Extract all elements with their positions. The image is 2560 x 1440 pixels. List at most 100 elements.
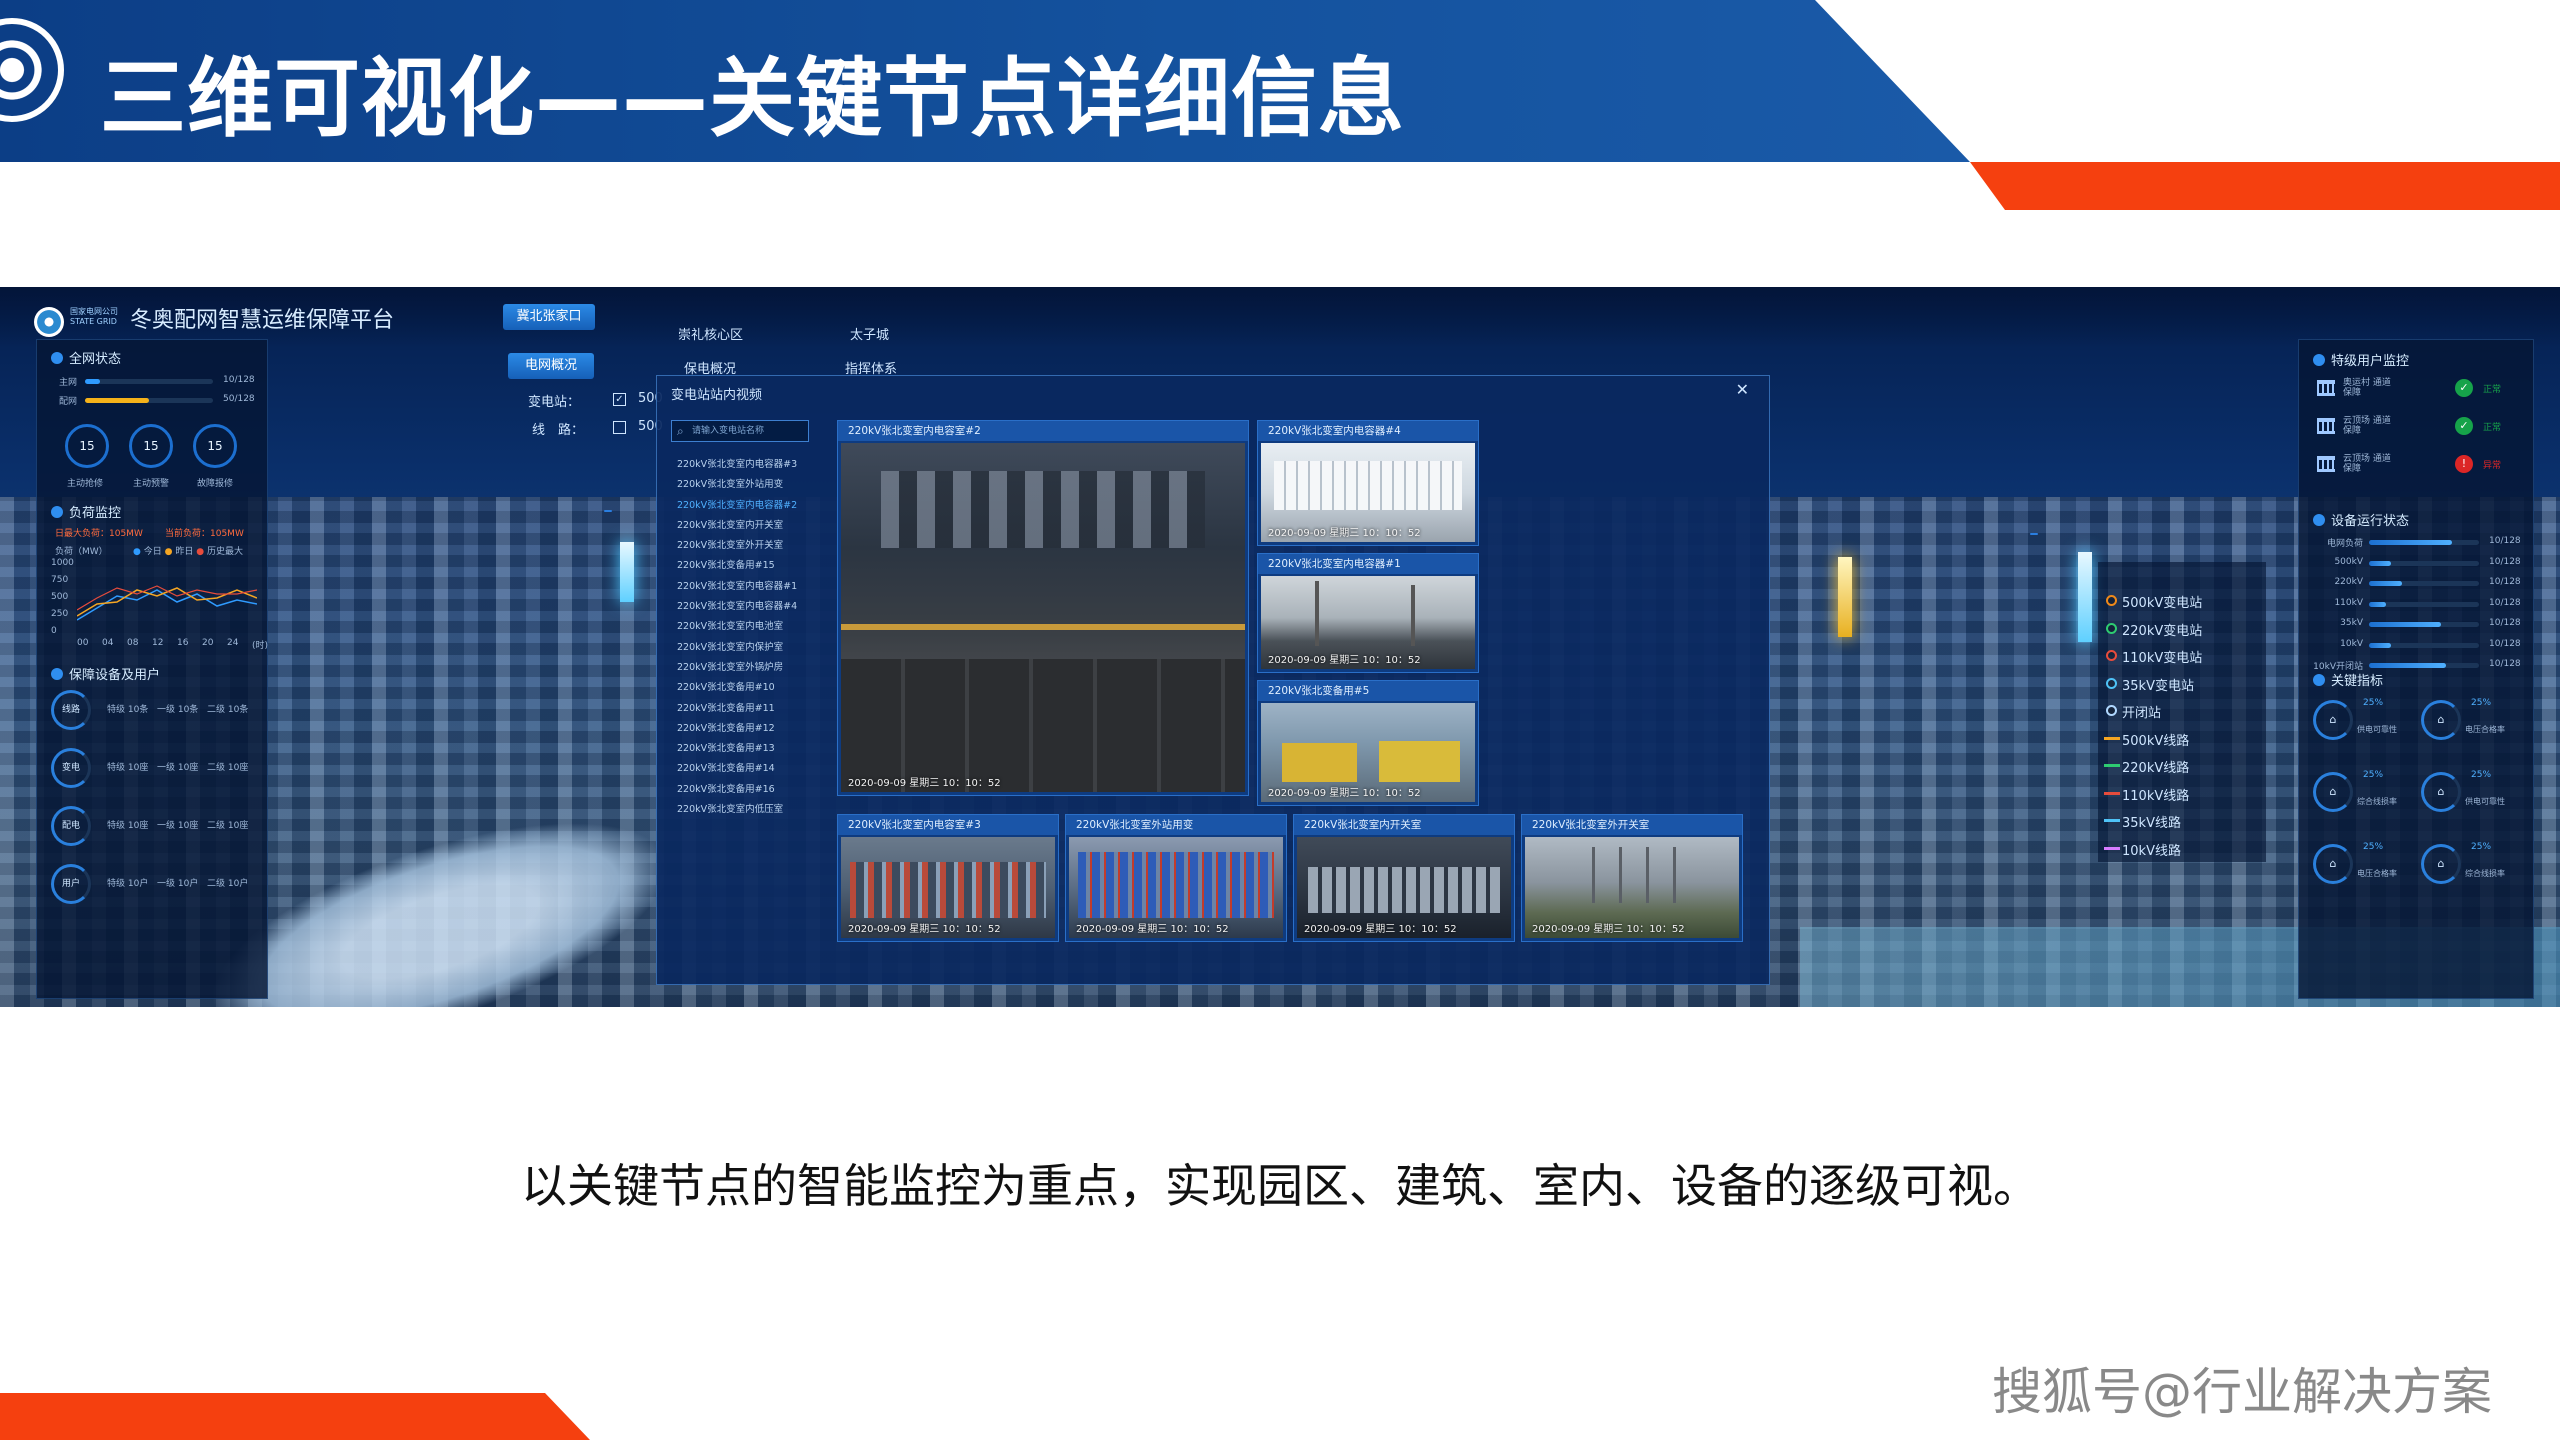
filter-line-label: 线 路： — [532, 423, 585, 438]
camera-list-item[interactable]: 220kV张北变室内电池室 — [677, 617, 827, 637]
map-tag[interactable] — [604, 510, 612, 512]
load-unit: 负荷（MW） — [55, 547, 108, 557]
equipment-bar-fill — [2369, 581, 2402, 586]
camera-list-item[interactable]: 220kV张北变备用#10 — [677, 678, 827, 698]
kpi-ring[interactable]: ⌂ — [2421, 772, 2461, 812]
ring-stat: 一级 10座 — [157, 821, 199, 831]
equipment-bar-fill — [2369, 560, 2391, 566]
close-icon[interactable]: ✕ — [1736, 380, 1749, 399]
kpi-ring[interactable]: ⌂ — [2421, 700, 2461, 740]
ring-1[interactable]: 变电 — [51, 748, 91, 788]
camera-title: 220kV张北变室外开关室 — [1522, 815, 1742, 835]
x-tick-label: 20 — [202, 638, 214, 648]
camera-r3[interactable]: 220kV张北变备用#5 2020-09-09 星期三 10：10：52 — [1257, 680, 1479, 806]
row-label: 配网 — [59, 397, 78, 407]
gauge-warning[interactable]: 15 — [129, 424, 173, 468]
slide-title: 三维可视化——关键节点详细信息 — [100, 49, 1405, 149]
slide: 三维可视化——关键节点详细信息 国家电网公司 STATE GRID 冬奥配网智慧… — [0, 0, 2560, 1440]
substation-search-input[interactable]: 请输入变电站名称 — [671, 420, 809, 442]
substation-checkbox[interactable]: ✓ — [613, 393, 626, 406]
ring-3[interactable]: 用户 — [51, 864, 91, 904]
kpi-value: 25% — [2363, 842, 2384, 852]
legend-dot-icon — [2106, 705, 2117, 716]
line-checkbox[interactable] — [613, 421, 626, 434]
camera-list-item[interactable]: 220kV张北变室内保护室 — [677, 638, 827, 658]
camera-b1[interactable]: 220kV张北变室内电容室#3 2020-09-09 星期三 10：10：52 — [837, 814, 1059, 942]
top-nav-chongli[interactable]: 崇礼核心区 — [678, 324, 743, 343]
kpi-ring[interactable]: ⌂ — [2313, 772, 2353, 812]
kpi-ring[interactable]: ⌂ — [2421, 844, 2461, 884]
equipment-row-label: 110kV — [2334, 597, 2363, 608]
ring-2[interactable]: 配电 — [51, 806, 91, 846]
users-title-text: 保障设备及用户 — [69, 668, 161, 683]
camera-list-item[interactable]: 220kV张北变室内电容器#4 — [677, 597, 827, 617]
region-button[interactable]: 冀北张家口 — [503, 304, 595, 330]
special-user-name[interactable]: 云顶场 通道保障 — [2343, 454, 2393, 474]
kpi-label: 综合线损率 — [2465, 869, 2505, 878]
kpi-title: 关键指标 — [2313, 670, 2383, 689]
camera-list-item[interactable]: 220kV张北变室内电容器#1 — [677, 577, 827, 597]
camera-list-item[interactable]: 220kV张北变备用#11 — [677, 699, 827, 719]
status-check-icon: ✓ — [2455, 379, 2473, 397]
load-monitor-title-text: 负荷监控 — [69, 506, 122, 521]
camera-list-item[interactable]: 220kV张北变室外站用变 — [677, 475, 827, 495]
ring-stat: 二级 10座 — [207, 763, 249, 773]
row-label: 主网 — [59, 378, 78, 388]
camera-list-item[interactable]: 220kV张北变室内电容器#3 — [677, 455, 827, 475]
footer-orange-bar — [0, 1393, 590, 1440]
map-tag[interactable] — [2030, 533, 2038, 535]
camera-r1[interactable]: 220kV张北变室内电容器#4 2020-09-09 星期三 10：10：52 — [1257, 420, 1479, 546]
equipment-row-label: 35kV — [2340, 618, 2363, 628]
ring-stat: 一级 10座 — [157, 763, 199, 773]
special-user-name[interactable]: 奥运村 通道保障 — [2343, 378, 2393, 398]
camera-list-item[interactable]: 220kV张北变备用#16 — [677, 780, 827, 800]
camera-list-item[interactable]: 220kV张北变室外锅炉房 — [677, 658, 827, 678]
overall-status-title: 全网状态 — [51, 348, 121, 367]
legend-line-icon — [2104, 791, 2120, 795]
camera-list-item[interactable]: 220kV张北变备用#14 — [677, 759, 827, 779]
legend-dot-icon — [2106, 677, 2117, 689]
x-tick-label: 08 — [127, 638, 139, 648]
camera-list-item[interactable]: 220kV张北变备用#13 — [677, 739, 827, 759]
ring-0[interactable]: 线路 — [51, 690, 91, 730]
progress-bar — [85, 379, 213, 384]
special-users-title: 特级用户监控 — [2313, 350, 2409, 369]
special-user-name[interactable]: 云顶场 通道保障 — [2343, 416, 2393, 436]
building-icon — [2317, 418, 2335, 434]
camera-timestamp: 2020-09-09 星期三 10：10：52 — [848, 924, 1001, 935]
legend-item-label: 110kV变电站 — [2122, 651, 2203, 666]
gauge-fault[interactable]: 15 — [193, 424, 237, 468]
top-nav-taizicheng[interactable]: 太子城 — [850, 324, 889, 343]
kpi-ring[interactable]: ⌂ — [2313, 700, 2353, 740]
equipment-row-value: 10/128 — [2489, 597, 2521, 608]
modal-title: 变电站站内视频 — [671, 388, 763, 403]
series-history-line — [77, 585, 257, 611]
ring-stat: 一级 10户 — [157, 879, 199, 889]
gauge-repair[interactable]: 15 — [65, 424, 109, 468]
kpi-label: 供电可靠性 — [2357, 725, 2397, 734]
camera-list-item[interactable]: 220kV张北变备用#12 — [677, 719, 827, 739]
camera-list-item[interactable]: 220kV张北变室内开关室 — [677, 516, 827, 536]
equipment-bar-fill — [2369, 642, 2391, 648]
gauge-label: 主动抢修 — [67, 479, 104, 489]
camera-list-item[interactable]: 220kV张北变室外开关室 — [677, 536, 827, 556]
legend-line-icon — [2104, 846, 2120, 850]
camera-r2[interactable]: 220kV张北变室内电容器#1 2020-09-09 星期三 10：10：52 — [1257, 553, 1479, 673]
camera-b3[interactable]: 220kV张北变室内开关室 2020-09-09 星期三 10：10：52 — [1293, 814, 1515, 942]
camera-list-item[interactable]: 220kV张北变室内低压室 — [677, 800, 827, 820]
left-panel: 全网状态 主网 10/128 配网 50/128 15 15 15 主动抢修 主… — [36, 339, 268, 999]
y-tick-label: 500 — [51, 592, 69, 602]
grid-overview-button[interactable]: 电网概况 — [508, 353, 594, 379]
camera-b2[interactable]: 220kV张北变室外站用变 2020-09-09 星期三 10：10：52 — [1065, 814, 1287, 942]
kpi-value: 25% — [2471, 698, 2492, 708]
users-icon — [51, 668, 63, 680]
camera-b4[interactable]: 220kV张北变室外开关室 2020-09-09 星期三 10：10：52 — [1521, 814, 1743, 942]
equipment-bar — [2369, 663, 2479, 668]
camera-list-item[interactable]: 220kV张北变室内电容器#2 — [677, 496, 827, 516]
camera-main[interactable]: 220kV张北变室内电容室#2 2020-09-09 星期三 10：10：52 — [837, 420, 1249, 796]
kpi-ring[interactable]: ⌂ — [2313, 844, 2353, 884]
camera-list-item[interactable]: 220kV张北变备用#15 — [677, 556, 827, 576]
row-value: 10/128 — [223, 375, 255, 385]
camera-title: 220kV张北变室内电容室#2 — [838, 421, 1248, 441]
equipment-bar-fill — [2369, 622, 2441, 627]
